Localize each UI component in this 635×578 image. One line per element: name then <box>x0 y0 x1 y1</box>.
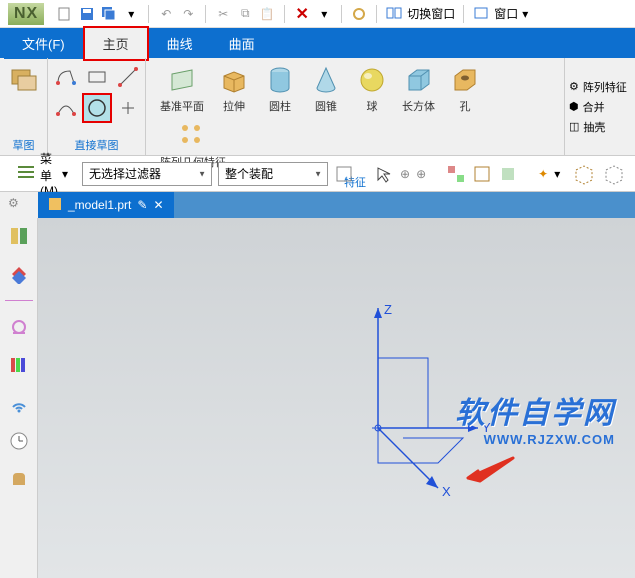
circle-icon[interactable] <box>82 93 112 123</box>
group-sketch: 草图 <box>0 58 48 155</box>
app-logo: NX <box>8 3 44 25</box>
copy-icon[interactable]: ⧉ <box>236 5 254 23</box>
file-tab[interactable]: _model1.prt ✎ ✕ <box>38 192 174 218</box>
books-icon[interactable] <box>7 353 31 377</box>
dropdown-icon[interactable]: ▾ <box>522 7 528 21</box>
watermark: 软件自学网 WWW.RJZXW.COM <box>455 388 615 447</box>
redo-icon[interactable]: ↷ <box>179 5 197 23</box>
window-icon[interactable] <box>472 5 490 23</box>
shell-button[interactable]: ◫抽壳 <box>569 119 631 135</box>
shell-icon: ◫ <box>569 120 579 133</box>
line-icon[interactable] <box>113 62 143 92</box>
datum-plane-button[interactable]: 基准平面 <box>154 62 210 116</box>
part-nav-icon[interactable] <box>7 224 31 248</box>
toolbox-icon[interactable] <box>7 467 31 491</box>
group2-icon[interactable] <box>472 162 492 186</box>
snap-point-icon[interactable]: ✦ <box>538 162 548 186</box>
unite-icon: ⬢ <box>569 100 579 113</box>
group-more: ⚙阵列特征 ⬢合并 ◫抽壳 <box>565 58 635 155</box>
file-tab-bar: ⚙ _model1.prt ✎ ✕ <box>0 192 635 218</box>
modified-icon: ✎ <box>137 198 147 212</box>
close-icon[interactable]: ✕ <box>153 198 163 212</box>
ribbon: 草图 直接草图 基准平面 拉伸 圆柱 <box>0 58 635 156</box>
filter-tool-icon[interactable] <box>334 162 354 186</box>
window-switch-icon[interactable] <box>385 5 403 23</box>
box2-icon[interactable] <box>602 162 626 186</box>
rectangle-icon[interactable] <box>82 62 112 92</box>
svg-text:X: X <box>442 484 451 499</box>
touch-icon[interactable] <box>350 5 368 23</box>
unite-button[interactable]: ⬢合并 <box>569 99 631 115</box>
dropdown-icon[interactable]: ▾ <box>315 5 333 23</box>
canvas[interactable]: Z Y X 软件自学网 WWW.RJZXW.COM <box>38 218 635 578</box>
titlebar: NX ▾ ↶ ↷ ✂ ⧉ 📋 ✕ ▾ 切换窗口 窗口 ▾ <box>0 0 635 28</box>
snap2-icon[interactable]: ⊕ <box>416 162 426 186</box>
undo-icon[interactable]: ↶ <box>157 5 175 23</box>
new-icon[interactable] <box>56 5 74 23</box>
part-icon <box>48 197 62 214</box>
cursor-icon[interactable] <box>374 162 394 186</box>
clock-icon[interactable] <box>7 429 31 453</box>
group-feature: 基准平面 拉伸 圆柱 圆锥 球 长方体 <box>146 58 565 155</box>
watermark-text: 软件自学网 <box>455 388 615 432</box>
sphere-button[interactable]: 球 <box>350 62 394 116</box>
constraint-nav-icon[interactable] <box>7 262 31 286</box>
tab-home[interactable]: 主页 <box>83 26 149 61</box>
quick-access-toolbar: ▾ ↶ ↷ ✂ ⧉ 📋 ✕ ▾ 切换窗口 窗口 ▾ <box>56 5 528 23</box>
hole-button[interactable]: 孔 <box>443 62 487 116</box>
tab-surface[interactable]: 曲面 <box>211 28 273 59</box>
profile-icon[interactable] <box>51 62 81 92</box>
pattern-feature-button[interactable]: ⚙阵列特征 <box>569 79 631 95</box>
cuboid-button[interactable]: 长方体 <box>396 62 441 116</box>
point-icon[interactable] <box>113 93 143 123</box>
annotation-arrow <box>458 453 518 493</box>
sketch-icon[interactable] <box>8 62 40 94</box>
gear-icon[interactable]: ⚙ <box>8 196 32 220</box>
extrude-button[interactable]: 拉伸 <box>212 62 256 116</box>
group1-icon[interactable] <box>446 162 466 186</box>
cylinder-button[interactable]: 圆柱 <box>258 62 302 116</box>
arc-icon[interactable] <box>51 93 81 123</box>
dropdown-icon[interactable]: ▾ <box>122 5 140 23</box>
pattern-icon: ⚙ <box>569 80 579 93</box>
ribbon-tabs: 文件(F) 主页 曲线 曲面 <box>0 28 635 58</box>
switch-window-button[interactable]: 切换窗口 <box>407 5 455 22</box>
selection-filter-select[interactable]: 无选择过滤器 <box>82 162 212 186</box>
box1-icon[interactable] <box>572 162 596 186</box>
wifi-icon[interactable] <box>7 391 31 415</box>
menu-icon <box>16 164 36 183</box>
watermark-url: WWW.RJZXW.COM <box>455 432 615 447</box>
assembly-filter-select[interactable]: 整个装配 <box>218 162 328 186</box>
svg-text:Z: Z <box>384 302 392 317</box>
group-direct-sketch: 直接草图 <box>48 58 146 155</box>
paste-icon[interactable]: 📋 <box>258 5 276 23</box>
cut-icon[interactable]: ✂ <box>214 5 232 23</box>
snap-icon[interactable]: ⊕ <box>400 162 410 186</box>
filter-bar: 菜单(M)▾ 无选择过滤器 整个装配 ⊕ ⊕ ✦ ▾ <box>0 156 635 192</box>
tab-curve[interactable]: 曲线 <box>149 28 211 59</box>
cone-button[interactable]: 圆锥 <box>304 62 348 116</box>
history-icon[interactable] <box>7 315 31 339</box>
group3-icon[interactable] <box>498 162 518 186</box>
delete-icon[interactable]: ✕ <box>293 5 311 23</box>
save-icon[interactable] <box>78 5 96 23</box>
save-all-icon[interactable] <box>100 5 118 23</box>
left-toolbar <box>0 218 38 578</box>
workspace: Z Y X 软件自学网 WWW.RJZXW.COM <box>0 218 635 578</box>
tab-file[interactable]: 文件(F) <box>4 28 83 59</box>
file-name: _model1.prt <box>68 198 131 212</box>
group-label: 直接草图 <box>75 137 119 153</box>
window-button[interactable]: 窗口 <box>494 5 518 22</box>
dropdown-icon[interactable]: ▾ <box>554 167 560 181</box>
